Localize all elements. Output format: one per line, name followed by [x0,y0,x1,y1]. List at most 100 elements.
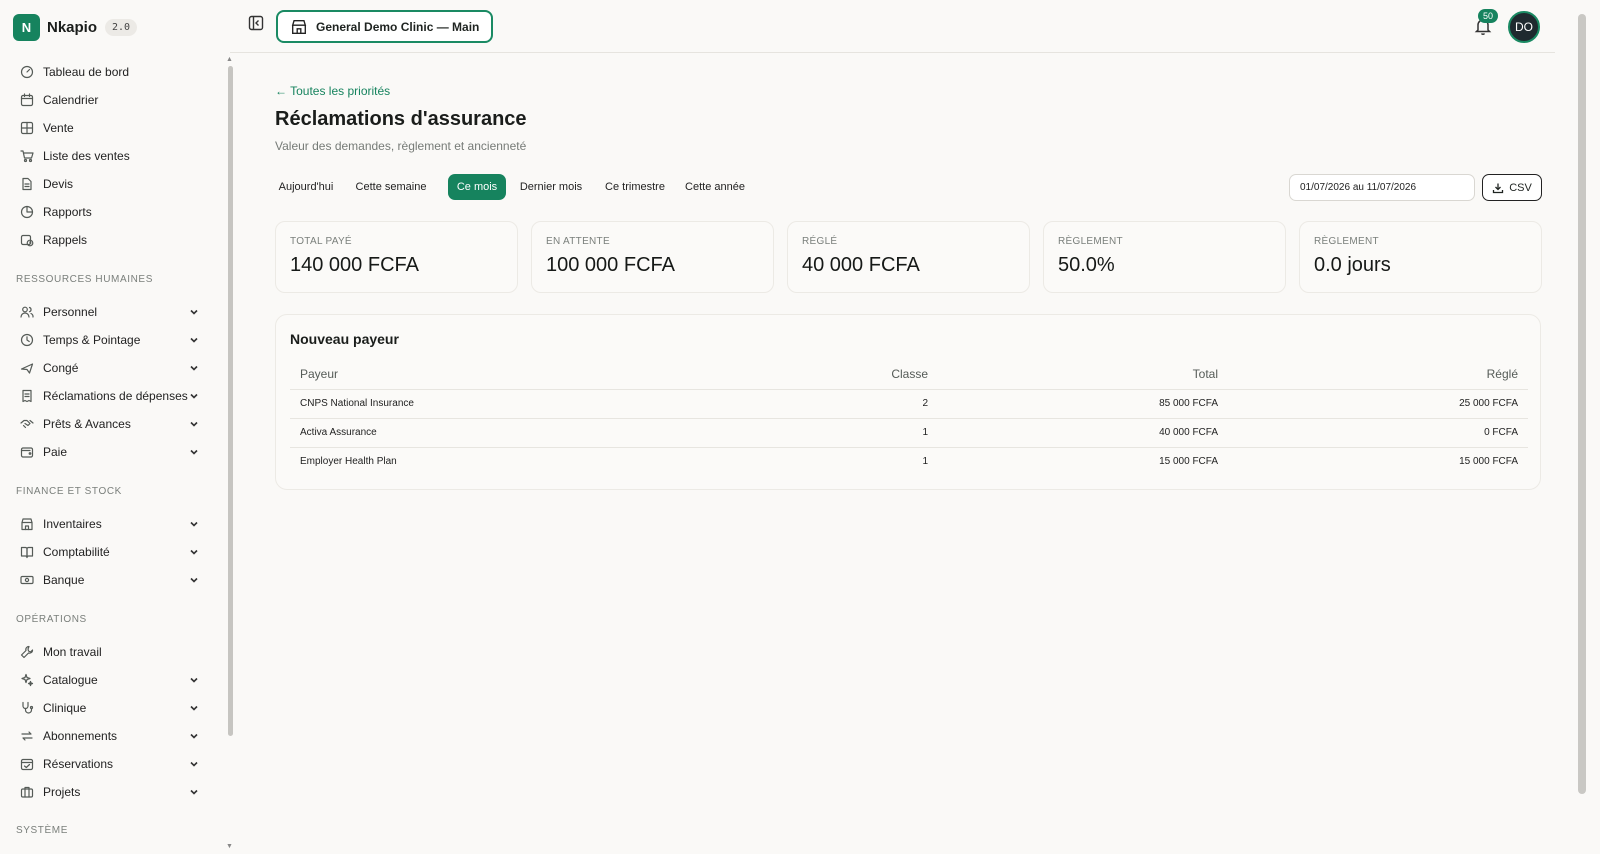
brand-logo: N [13,13,40,41]
sidebar-item-label: Congé [43,361,79,375]
sidebar-item-label: Paie [43,445,68,459]
sidebar-item-rappels[interactable]: Rappels [16,227,206,253]
wrench-icon [20,645,34,659]
grid-icon [20,121,34,135]
sidebar-item-paie[interactable]: Paie [16,439,206,465]
users-icon [20,305,34,319]
sidebar-item-label: Calendrier [43,93,99,107]
sidebar-scrollbar[interactable] [228,66,233,736]
sidebar-item-label: Clinique [43,701,87,715]
document-icon [20,177,34,191]
scroll-down-arrow[interactable]: ▼ [226,843,233,850]
sidebar-item-vente[interactable]: Vente [16,115,206,141]
sidebar-item-banque[interactable]: Banque [16,567,206,593]
back-link[interactable]: ← Toutes les priorités [275,84,390,98]
stat-value: 50.0% [1058,254,1115,276]
chevron-down-icon [188,518,200,530]
sidebar-item-label: Abonnements [43,729,118,743]
stat-card: RÈGLEMENT 50.0% [1043,221,1286,293]
gauge-icon [20,65,34,79]
sidebar-item-label: Prêts & Avances [43,417,131,431]
sidebar-toggle-icon[interactable] [248,15,264,31]
period-tab-3[interactable]: Dernier mois [518,174,584,200]
column-header[interactable]: Payeur [290,359,690,390]
stat-value: 100 000 FCFA [546,254,675,276]
sidebar-section-title: SYSTÈME [16,825,68,836]
table-row[interactable]: Employer Health Plan 1 15 000 FCFA 15 000 F… [290,447,1528,476]
brand[interactable]: N Nkapio 2.0 [0,0,230,54]
sidebar-item-prets-avances[interactable]: Prêts & Avances [16,411,206,437]
page-title: Réclamations d'assurance [275,108,527,130]
period-tab-1[interactable]: Cette semaine [354,174,428,200]
sidebar-item-label: Mon travail [43,645,102,659]
table-row[interactable]: CNPS National Insurance 2 85 000 FCFA 25 00… [290,389,1528,419]
sidebar-item-abonnements[interactable]: Abonnements [16,723,206,749]
sidebar-item-label: Tableau de bord [43,65,130,79]
date-range-input[interactable]: 01/07/2026 au 11/07/2026 [1289,174,1475,201]
download-icon [1493,183,1504,193]
sidebar-item-label: Réservations [43,757,114,771]
csv-export-button[interactable]: CSV [1482,174,1542,201]
sidebar-section-title: OPÉRATIONS [16,614,87,625]
chevron-down-icon [188,418,200,430]
stat-value: 0.0 jours [1314,254,1391,276]
sidebar-item-label: Temps & Pointage [43,333,141,347]
sidebar-item-label: Projets [43,785,81,799]
sidebar-item-projets[interactable]: Projets [16,779,206,805]
sidebar-item-label: Réclamations de dépenses [43,389,188,403]
sidebar-item-temps-pointage[interactable]: Temps & Pointage [16,327,206,353]
sidebar-item-liste-des-ventes[interactable]: Liste des ventes [16,143,206,169]
clinic-selector-button[interactable]: General Demo Clinic — Main [276,10,494,43]
stat-label: RÈGLEMENT [1314,236,1379,247]
chevron-down-icon [188,390,200,402]
scroll-up-arrow[interactable]: ▲ [226,56,233,63]
stat-card: RÈGLEMENT 0.0 jours [1299,221,1542,293]
column-header[interactable]: Classe [690,359,938,390]
stat-card: EN ATTENTE 100 000 FCFA [531,221,774,293]
stat-card: TOTAL PAYÉ 140 000 FCFA [275,221,518,293]
store-icon [291,19,307,34]
chevron-down-icon [188,730,200,742]
sidebar-item-calendrier[interactable]: Calendrier [16,87,206,113]
handshake-icon [20,417,34,431]
table-row[interactable]: Activa Assurance 1 40 000 FCFA 0 FCFA [290,418,1528,448]
chevron-down-icon [188,758,200,770]
chevron-down-icon [188,674,200,686]
sidebar-item-catalogue[interactable]: Catalogue [16,667,206,693]
column-header[interactable]: Réglé [1228,359,1528,390]
sidebar-item-devis[interactable]: Devis [16,171,206,197]
payer-table-card: Nouveau payeur Payeur Classe Total Réglé CN… [275,314,1541,490]
user-avatar[interactable]: DO [1508,11,1540,43]
cart-icon [20,149,34,163]
sidebar-item-rapports[interactable]: Rapports [16,199,206,225]
sidebar-item-clinique[interactable]: Clinique [16,695,206,721]
period-tab-0[interactable]: Aujourd'hui [275,174,337,200]
stat-value: 140 000 FCFA [290,254,419,276]
table-cell: 1 [922,456,928,468]
sidebar-item-conge[interactable]: Congé [16,355,206,381]
chevron-down-icon [188,306,200,318]
pie-chart-icon [20,205,34,219]
banknote-icon [20,573,34,587]
sidebar-item-reclamations-de-depenses[interactable]: Réclamations de dépenses [16,383,206,409]
sidebar-item-personnel[interactable]: Personnel [16,299,206,325]
plane-icon [20,361,34,375]
sidebar-item-reservations[interactable]: Réservations [16,751,206,777]
period-tab-4[interactable]: Ce trimestre [601,174,669,200]
sidebar-item-tableau-de-bord[interactable]: Tableau de bord [16,59,206,85]
sidebar-section-title: FINANCE ET STOCK [16,486,122,497]
sidebar-item-inventaires[interactable]: Inventaires [16,511,206,537]
version-badge: 2.0 [105,18,138,36]
receipt-icon [20,389,34,403]
sidebar-item-comptabilite[interactable]: Comptabilité [16,539,206,565]
table-cell: CNPS National Insurance [290,389,690,419]
stat-value: 40 000 FCFA [802,254,920,276]
chevron-down-icon [188,334,200,346]
wallet-icon [20,445,34,459]
main-scrollbar[interactable] [1578,14,1586,794]
sidebar-section-title: RESSOURCES HUMAINES [16,274,153,285]
sidebar-item-mon-travail[interactable]: Mon travail [16,639,206,665]
period-tab-2[interactable]: Ce mois [448,174,506,200]
period-tab-5[interactable]: Cette année [680,174,750,200]
column-header[interactable]: Total [938,359,1228,390]
